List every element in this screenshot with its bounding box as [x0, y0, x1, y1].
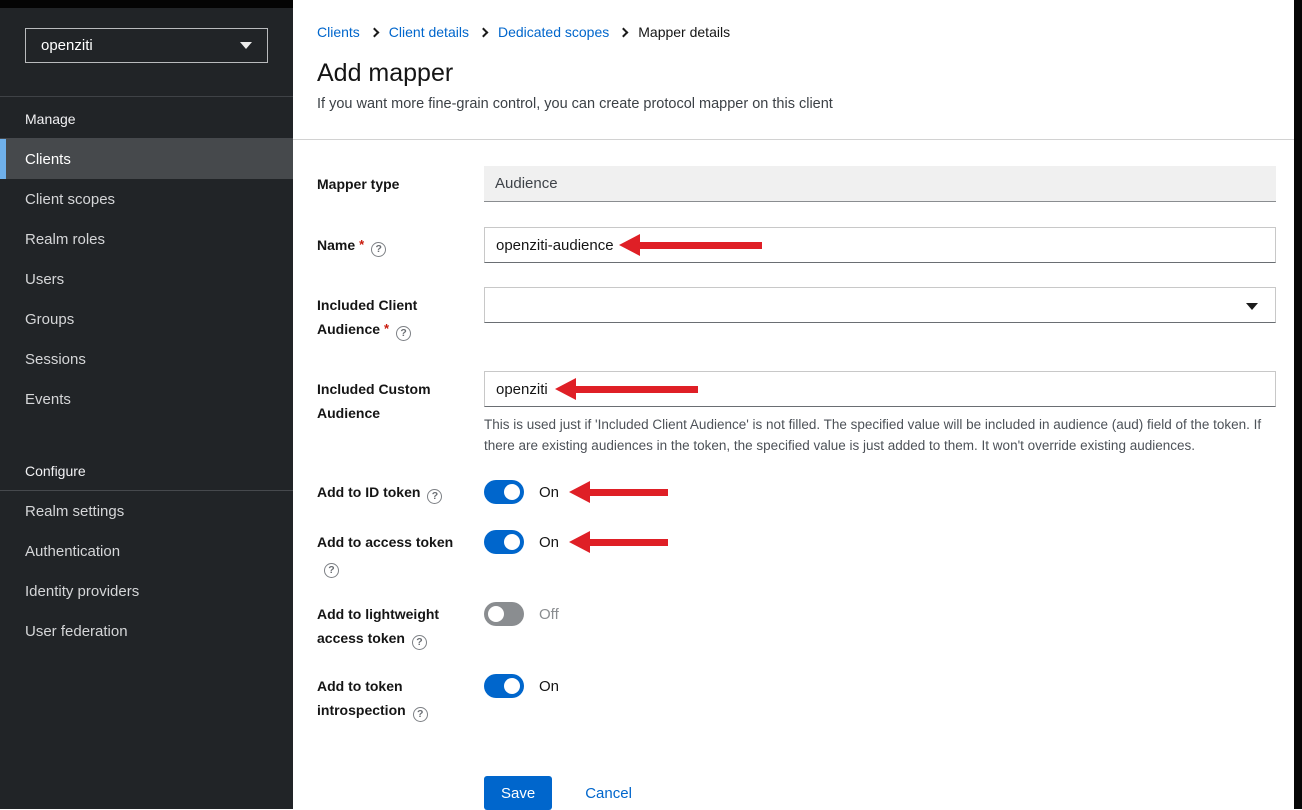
name-label: Name*?	[317, 227, 467, 257]
toggle-row-add-to-lightweight-access-token: Add to lightweight access token? Off	[317, 602, 1276, 650]
included-custom-audience-label: Included Custom Audience	[317, 371, 467, 425]
add-to-token-introspection-label: Add to token introspection?	[317, 674, 467, 722]
help-icon[interactable]: ?	[324, 563, 339, 578]
annotation-arrow	[569, 481, 668, 503]
scrollbar[interactable]	[1294, 0, 1302, 809]
sidebar-item-realm-settings[interactable]: Realm settings	[0, 491, 293, 531]
sidebar-item-clients[interactable]: Clients	[0, 139, 293, 179]
name-field[interactable]: openziti-audience	[484, 227, 1276, 263]
sidebar-item-realm-roles[interactable]: Realm roles	[0, 219, 293, 259]
sidebar-item-identity-providers[interactable]: Identity providers	[0, 571, 293, 611]
cancel-link[interactable]: Cancel	[585, 785, 632, 802]
sidebar: openziti Manage Clients Client scopes Re…	[0, 0, 293, 809]
toggle-row-add-to-access-token: Add to access token? On	[317, 530, 1276, 578]
sidebar-item-users[interactable]: Users	[0, 259, 293, 299]
page-header: Clients Client details Dedicated scopes …	[293, 0, 1294, 140]
realm-selector-section: openziti	[0, 28, 293, 97]
toggle-state-label: On	[539, 484, 559, 501]
toggle-state-label: On	[539, 534, 559, 551]
realm-selector-value: openziti	[41, 37, 93, 54]
add-to-access-token-label: Add to access token?	[317, 530, 467, 578]
required-asterisk: *	[384, 321, 389, 336]
add-to-access-token-toggle[interactable]	[484, 530, 524, 554]
help-icon[interactable]: ?	[412, 635, 427, 650]
nav-group-manage: Manage Clients Client scopes Realm roles…	[0, 97, 293, 419]
page-subtitle: If you want more fine-grain control, you…	[317, 96, 1270, 112]
chevron-down-icon	[1246, 303, 1258, 310]
form-actions: Save Cancel	[317, 776, 1276, 810]
breadcrumb-dedicated-scopes[interactable]: Dedicated scopes	[498, 24, 609, 40]
help-icon[interactable]: ?	[396, 326, 411, 341]
annotation-arrow	[555, 378, 698, 400]
sidebar-item-user-federation[interactable]: User federation	[0, 611, 293, 651]
nav-group-configure-title: Configure	[0, 449, 293, 491]
toggle-state-label: On	[539, 678, 559, 695]
mapper-type-field: Audience	[484, 166, 1276, 202]
add-to-lightweight-access-token-label: Add to lightweight access token?	[317, 602, 467, 650]
required-asterisk: *	[359, 237, 364, 252]
toggle-state-label: Off	[539, 606, 559, 623]
breadcrumb: Clients Client details Dedicated scopes …	[317, 24, 1270, 40]
included-client-audience-label: Included Client Audience*?	[317, 287, 467, 341]
chevron-right-icon	[479, 28, 489, 38]
save-button[interactable]: Save	[484, 776, 552, 810]
help-icon[interactable]: ?	[427, 489, 442, 504]
sidebar-item-groups[interactable]: Groups	[0, 299, 293, 339]
add-to-lightweight-access-token-toggle[interactable]	[484, 602, 524, 626]
included-custom-audience-helper: This is used just if 'Included Client Au…	[484, 414, 1276, 456]
add-to-id-token-label: Add to ID token?	[317, 480, 467, 504]
page-title: Add mapper	[317, 59, 1270, 88]
chevron-right-icon	[369, 28, 379, 38]
included-custom-audience-field[interactable]: openziti	[484, 371, 1276, 407]
sidebar-item-sessions[interactable]: Sessions	[0, 339, 293, 379]
toggle-row-add-to-token-introspection: Add to token introspection? On	[317, 674, 1276, 722]
breadcrumb-clients[interactable]: Clients	[317, 24, 360, 40]
mapper-type-label: Mapper type	[317, 166, 467, 196]
annotation-arrow	[619, 234, 762, 256]
field-row-included-custom-audience: Included Custom Audience openziti This i…	[317, 371, 1276, 456]
chevron-down-icon	[240, 42, 252, 49]
toggle-row-add-to-id-token: Add to ID token? On	[317, 480, 1276, 504]
field-row-name: Name*? openziti-audience	[317, 227, 1276, 263]
add-to-id-token-toggle[interactable]	[484, 480, 524, 504]
breadcrumb-mapper-details: Mapper details	[638, 24, 730, 40]
add-to-token-introspection-toggle[interactable]	[484, 674, 524, 698]
nav-group-manage-title: Manage	[0, 97, 293, 139]
field-row-included-client-audience: Included Client Audience*?	[317, 287, 1276, 341]
masthead-edge	[0, 0, 293, 8]
help-icon[interactable]: ?	[413, 707, 428, 722]
breadcrumb-client-details[interactable]: Client details	[389, 24, 469, 40]
help-icon[interactable]: ?	[371, 242, 386, 257]
chevron-right-icon	[619, 28, 629, 38]
nav-group-configure: Configure Realm settings Authentication …	[0, 449, 293, 651]
realm-selector[interactable]: openziti	[25, 28, 268, 63]
add-mapper-form: Mapper type Audience Name*? openziti-aud…	[293, 140, 1294, 810]
sidebar-item-events[interactable]: Events	[0, 379, 293, 419]
main-content: Clients Client details Dedicated scopes …	[293, 0, 1294, 809]
field-row-mapper-type: Mapper type Audience	[317, 166, 1276, 202]
annotation-arrow	[569, 531, 668, 553]
sidebar-item-client-scopes[interactable]: Client scopes	[0, 179, 293, 219]
sidebar-item-authentication[interactable]: Authentication	[0, 531, 293, 571]
included-client-audience-select[interactable]	[484, 287, 1276, 323]
